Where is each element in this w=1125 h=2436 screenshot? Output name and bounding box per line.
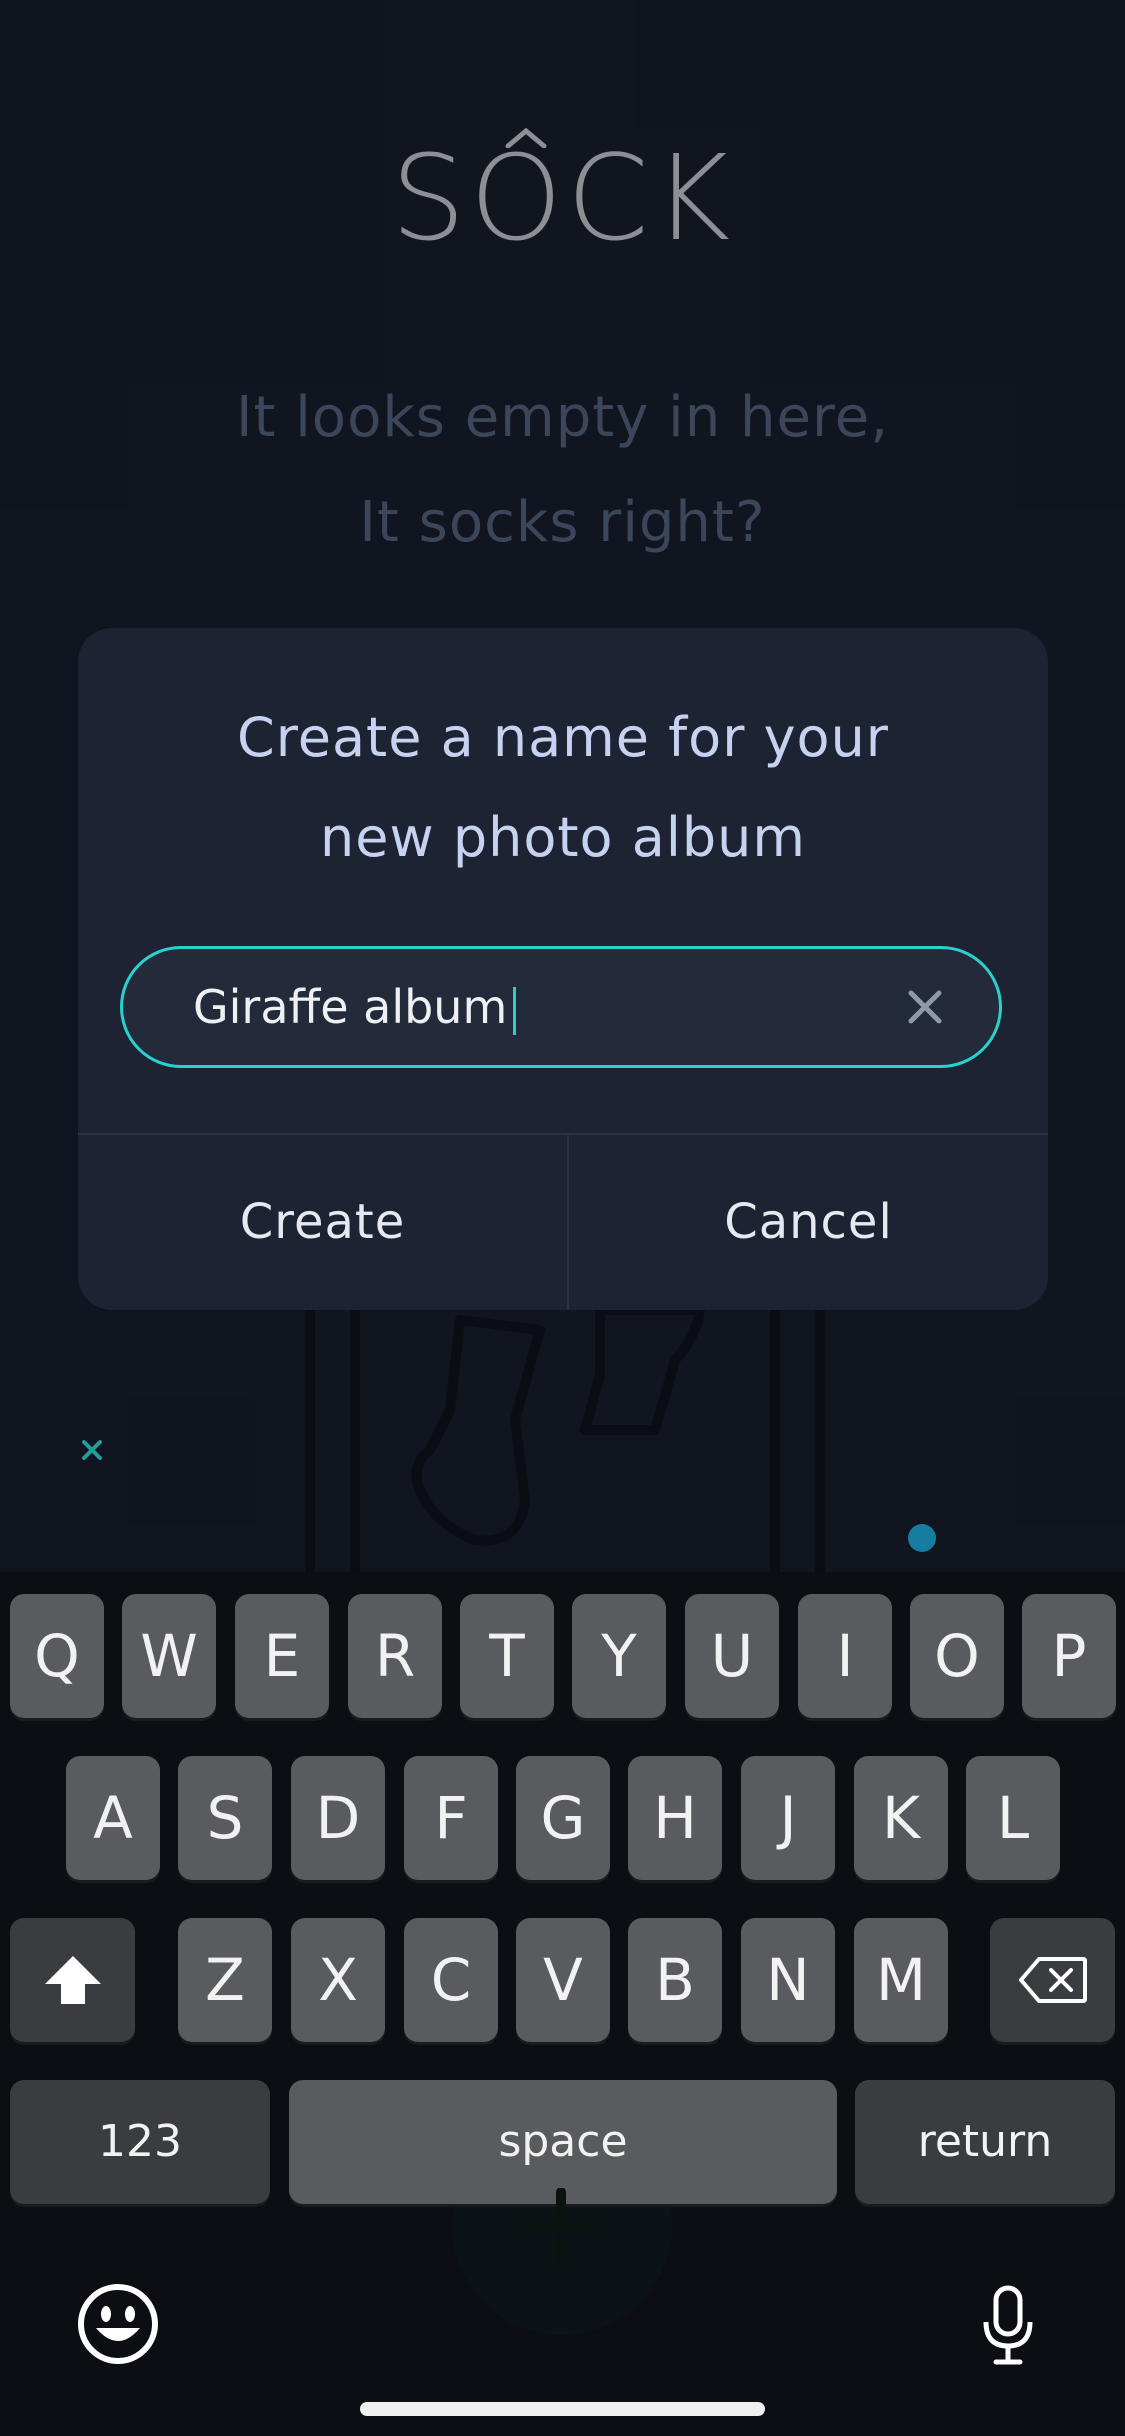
key-z[interactable]: Z <box>178 1918 272 2042</box>
key-d[interactable]: D <box>291 1756 385 1880</box>
create-button[interactable]: Create <box>78 1135 567 1310</box>
return-key[interactable]: return <box>855 2080 1115 2204</box>
text-cursor <box>513 986 517 1035</box>
plus-icon <box>522 2188 600 2266</box>
key-q[interactable]: Q <box>10 1594 104 1718</box>
key-f[interactable]: F <box>404 1756 498 1880</box>
key-n[interactable]: N <box>741 1918 835 2042</box>
key-t[interactable]: T <box>460 1594 554 1718</box>
album-name-value: Giraffe album <box>193 980 508 1034</box>
key-s[interactable]: S <box>178 1756 272 1880</box>
dialog-title-line-2: new photo album <box>320 806 806 869</box>
key-r[interactable]: R <box>348 1594 442 1718</box>
key-e[interactable]: E <box>235 1594 329 1718</box>
app-screen: SOCK It looks empty in here, It socks ri… <box>0 0 1125 2436</box>
key-k[interactable]: K <box>854 1756 948 1880</box>
numbers-key[interactable]: 123 <box>10 2080 270 2204</box>
key-x[interactable]: X <box>291 1918 385 2042</box>
backspace-icon <box>1018 1957 1087 2003</box>
key-a[interactable]: A <box>66 1756 160 1880</box>
create-album-dialog: Create a name for your new photo album G… <box>78 628 1048 1310</box>
album-name-input[interactable]: Giraffe album <box>120 946 1002 1068</box>
emoji-icon[interactable] <box>76 2282 160 2366</box>
key-h[interactable]: H <box>628 1756 722 1880</box>
cancel-button[interactable]: Cancel <box>569 1135 1048 1310</box>
shift-icon <box>44 1956 101 2004</box>
key-y[interactable]: Y <box>572 1594 666 1718</box>
key-p[interactable]: P <box>1022 1594 1116 1718</box>
key-j[interactable]: J <box>741 1756 835 1880</box>
home-indicator <box>360 2402 765 2416</box>
key-o[interactable]: O <box>910 1594 1004 1718</box>
dialog-title-line-1: Create a name for your <box>237 706 889 769</box>
clear-icon[interactable] <box>903 985 947 1029</box>
key-i[interactable]: I <box>798 1594 892 1718</box>
key-g[interactable]: G <box>516 1756 610 1880</box>
key-l[interactable]: L <box>966 1756 1060 1880</box>
backspace-key[interactable] <box>990 1918 1115 2042</box>
microphone-icon[interactable] <box>978 2284 1038 2368</box>
dialog-title: Create a name for your new photo album <box>78 688 1048 888</box>
album-name-field[interactable]: Giraffe album <box>193 949 517 1065</box>
on-screen-keyboard: Q W E R T Y U I O P A S D F G H J K L Z … <box>0 1572 1125 2436</box>
key-v[interactable]: V <box>516 1918 610 2042</box>
key-m[interactable]: M <box>854 1918 948 2042</box>
key-b[interactable]: B <box>628 1918 722 2042</box>
key-w[interactable]: W <box>122 1594 216 1718</box>
key-c[interactable]: C <box>404 1918 498 2042</box>
key-u[interactable]: U <box>685 1594 779 1718</box>
shift-key[interactable] <box>10 1918 135 2042</box>
space-key[interactable]: space <box>289 2080 837 2204</box>
